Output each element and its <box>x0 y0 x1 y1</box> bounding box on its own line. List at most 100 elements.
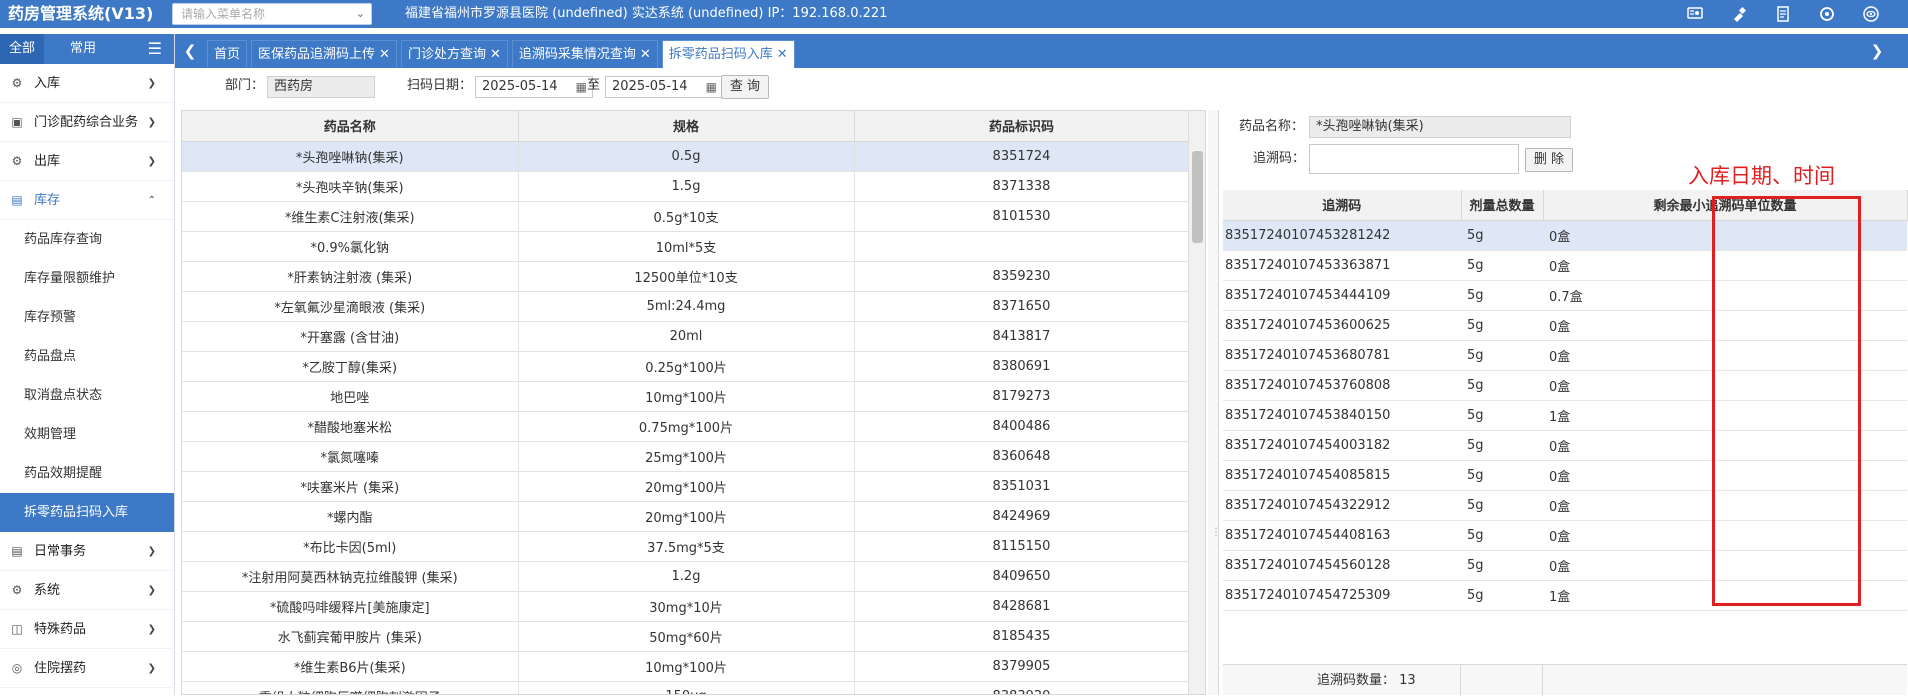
table-row[interactable]: 重组人粒细胞巨噬细胞刺激因子150μg8383920 <box>182 681 1190 694</box>
delete-button[interactable]: 删 除 <box>1525 148 1573 172</box>
table-row[interactable]: *螺内酯 20mg*100片 8424969 <box>182 501 1190 532</box>
palette-icon[interactable] <box>1722 3 1756 25</box>
table-row[interactable]: *维生素C注射液(集采) 0.5g*10支 8101530 <box>182 201 1190 232</box>
sidebar-tab-common[interactable]: 常用 <box>70 34 96 64</box>
table-cell: 0.5g <box>518 141 855 172</box>
menu-search-input[interactable]: 请输入菜单名称 ⌄ <box>172 3 372 25</box>
panel-splitter[interactable]: ⋮ <box>1208 110 1221 695</box>
table-row[interactable]: *呋塞米片 (集采) 20mg*100片 8351031 <box>182 471 1190 502</box>
sidebar-item-outbound[interactable]: ⚙ 出库 ❯ <box>0 142 174 181</box>
submenu-stock-query[interactable]: 药品库存查询 <box>0 220 174 259</box>
sidebar-tab-all[interactable]: 全部 <box>0 34 44 64</box>
sidebar-item-outpatient[interactable]: ▣ 门诊配药综合业务 ❯ <box>0 103 174 142</box>
chevron-down-icon[interactable]: ⌄ <box>356 4 365 24</box>
submenu-stock-limit[interactable]: 库存量限额维护 <box>0 259 174 298</box>
chevron-left-icon[interactable]: ❮ <box>179 34 201 68</box>
table-cell: 5g <box>1461 220 1543 251</box>
sidebar-item-daily[interactable]: ▤ 日常事务 ❯ <box>0 532 174 571</box>
calendar-icon[interactable]: ▦ <box>576 77 587 97</box>
table-footer: 追溯码数量： 13 <box>1223 664 1907 696</box>
document-icon[interactable] <box>1766 3 1800 25</box>
table-row[interactable]: *注射用阿莫西林钠克拉维酸钾 (集采) 1.2g 8409650 <box>182 561 1190 592</box>
table-cell: 50mg*60片 <box>518 621 855 652</box>
table-cell: *醋酸地塞米松 <box>182 411 519 442</box>
table-cell: 83517240107454085815 <box>1223 460 1461 491</box>
settings-icon: ⚙ <box>11 583 23 597</box>
sidebar-tabs: 全部 常用 ☰ <box>0 34 174 64</box>
table-row[interactable]: *维生素B6片(集采) 10mg*100片 8379905 <box>182 651 1190 682</box>
drug-name-field: *头孢唑啉钠(集采) <box>1309 116 1571 138</box>
dept-field[interactable]: 西药房 <box>267 76 375 98</box>
table-cell: 83517240107453444109 <box>1223 280 1461 311</box>
table-row[interactable]: *开塞露 (含甘油) 20ml 8413817 <box>182 321 1190 352</box>
close-icon[interactable]: ✕ <box>490 47 501 62</box>
table-cell: 8360648 <box>854 441 1190 472</box>
menu-icon[interactable]: ☰ <box>148 34 162 64</box>
chevron-right-icon[interactable]: ❯ <box>1866 34 1888 68</box>
table-row[interactable]: *硫酸吗啡缓释片[美施康定] 30mg*10片 8428681 <box>182 591 1190 622</box>
sidebar-item-system[interactable]: ⚙ 系统 ❯ <box>0 571 174 610</box>
table-header-row: 药品名称 规格 药品标识码 <box>182 111 1190 142</box>
column-header[interactable]: 药品标识码 <box>854 111 1190 142</box>
submenu-stocktake[interactable]: 药品盘点 <box>0 337 174 376</box>
gear-icon: ⚙ <box>11 76 23 90</box>
tab-outpatient-prescription[interactable]: 门诊处方查询 ✕ <box>400 40 508 68</box>
tab-insurance-upload[interactable]: 医保药品追溯码上传 ✕ <box>251 40 397 68</box>
submenu-expiry-reminder[interactable]: 药品效期提醒 <box>0 454 174 493</box>
column-header[interactable]: 剂量总数量 <box>1461 190 1544 221</box>
table-cell: 83517240107453363871 <box>1223 250 1461 281</box>
table-cell: 8351724 <box>854 141 1190 172</box>
sidebar-item-inbound[interactable]: ⚙ 入库 ❯ <box>0 64 174 103</box>
date-to-field[interactable]: 2025-05-14 ▦ <box>605 76 723 98</box>
table-row[interactable]: *头孢呋辛钠(集采) 1.5g 8371338 <box>182 171 1190 202</box>
table-row[interactable]: *头孢唑啉钠(集采) 0.5g 8351724 <box>182 141 1190 172</box>
column-header[interactable]: 药品名称 <box>182 111 519 142</box>
table-cell: 水飞蓟宾葡甲胺片 (集采) <box>182 621 519 652</box>
sidebar-item-label: 入库 <box>34 76 61 91</box>
settings-icon[interactable] <box>1810 3 1844 25</box>
table-row[interactable]: *乙胺丁醇(集采) 0.25g*100片 8380691 <box>182 351 1190 382</box>
submenu-cancel-stocktake[interactable]: 取消盘点状态 <box>0 376 174 415</box>
sidebar-item-special-drugs[interactable]: ◫ 特殊药品 ❯ <box>0 610 174 649</box>
query-button[interactable]: 查 询 <box>721 75 769 99</box>
chevron-down-icon: ❯ <box>147 156 156 167</box>
scrollbar[interactable] <box>1188 111 1205 694</box>
table-row[interactable]: 地巴唑 10mg*100片 8179273 <box>182 381 1190 412</box>
table-row[interactable]: *醋酸地塞米松 0.75mg*100片 8400486 <box>182 411 1190 442</box>
date-from-field[interactable]: 2025-05-14 ▦ <box>475 76 593 98</box>
chevron-down-icon: ❯ <box>147 78 156 89</box>
table-cell: 5g <box>1461 430 1543 461</box>
table-cell: 1.2g <box>518 561 855 592</box>
table-cell <box>854 231 1190 262</box>
footer-cell <box>1461 665 1543 696</box>
table-row[interactable]: *左氧氟沙星滴眼液 (集采) 5ml:24.4mg 8371650 <box>182 291 1190 322</box>
sidebar-item-inventory[interactable]: ▤ 库存 ⌃ <box>0 181 174 220</box>
calendar-icon[interactable]: ▦ <box>706 77 717 97</box>
table-cell: 地巴唑 <box>182 381 519 412</box>
table-row[interactable]: *氯氮噻嗪 25mg*100片 8360648 <box>182 441 1190 472</box>
sidebar-item-inpatient[interactable]: ◎ 住院摆药 ❯ <box>0 649 174 688</box>
table-row[interactable]: 水飞蓟宾葡甲胺片 (集采) 50mg*60片 8185435 <box>182 621 1190 652</box>
table-cell: *布比卡因(5ml) <box>182 531 519 562</box>
submenu-split-drug-scan[interactable]: 拆零药品扫码入库 <box>0 493 174 532</box>
scrollbar-thumb[interactable] <box>1192 151 1203 243</box>
tab-home[interactable]: 首页 <box>207 40 248 68</box>
column-header[interactable]: 追溯码 <box>1223 190 1462 221</box>
table-cell: *左氧氟沙星滴眼液 (集采) <box>182 291 519 322</box>
table-cell: 83517240107454003182 <box>1223 430 1461 461</box>
column-header[interactable]: 规格 <box>518 111 855 142</box>
eye-icon[interactable] <box>1854 3 1888 25</box>
submenu-stock-warning[interactable]: 库存预警 <box>0 298 174 337</box>
table-row[interactable]: *0.9%氯化钠 10ml*5支 <box>182 231 1190 262</box>
submenu-expiry-management[interactable]: 效期管理 <box>0 415 174 454</box>
trace-code-input[interactable] <box>1309 144 1519 174</box>
close-icon[interactable]: ✕ <box>379 47 390 62</box>
message-icon[interactable] <box>1678 3 1712 25</box>
dept-label: 部门： <box>225 78 265 93</box>
close-icon[interactable]: ✕ <box>777 47 788 62</box>
table-row[interactable]: *布比卡因(5ml) 37.5mg*5支 8115150 <box>182 531 1190 562</box>
table-row[interactable]: *肝素钠注射液 (集采) 12500单位*10支 8359230 <box>182 261 1190 292</box>
tab-trace-collection[interactable]: 追溯码采集情况查询 ✕ <box>511 40 658 68</box>
close-icon[interactable]: ✕ <box>640 47 651 62</box>
tab-split-drug-scan[interactable]: 拆零药品扫码入库 ✕ <box>661 40 795 68</box>
